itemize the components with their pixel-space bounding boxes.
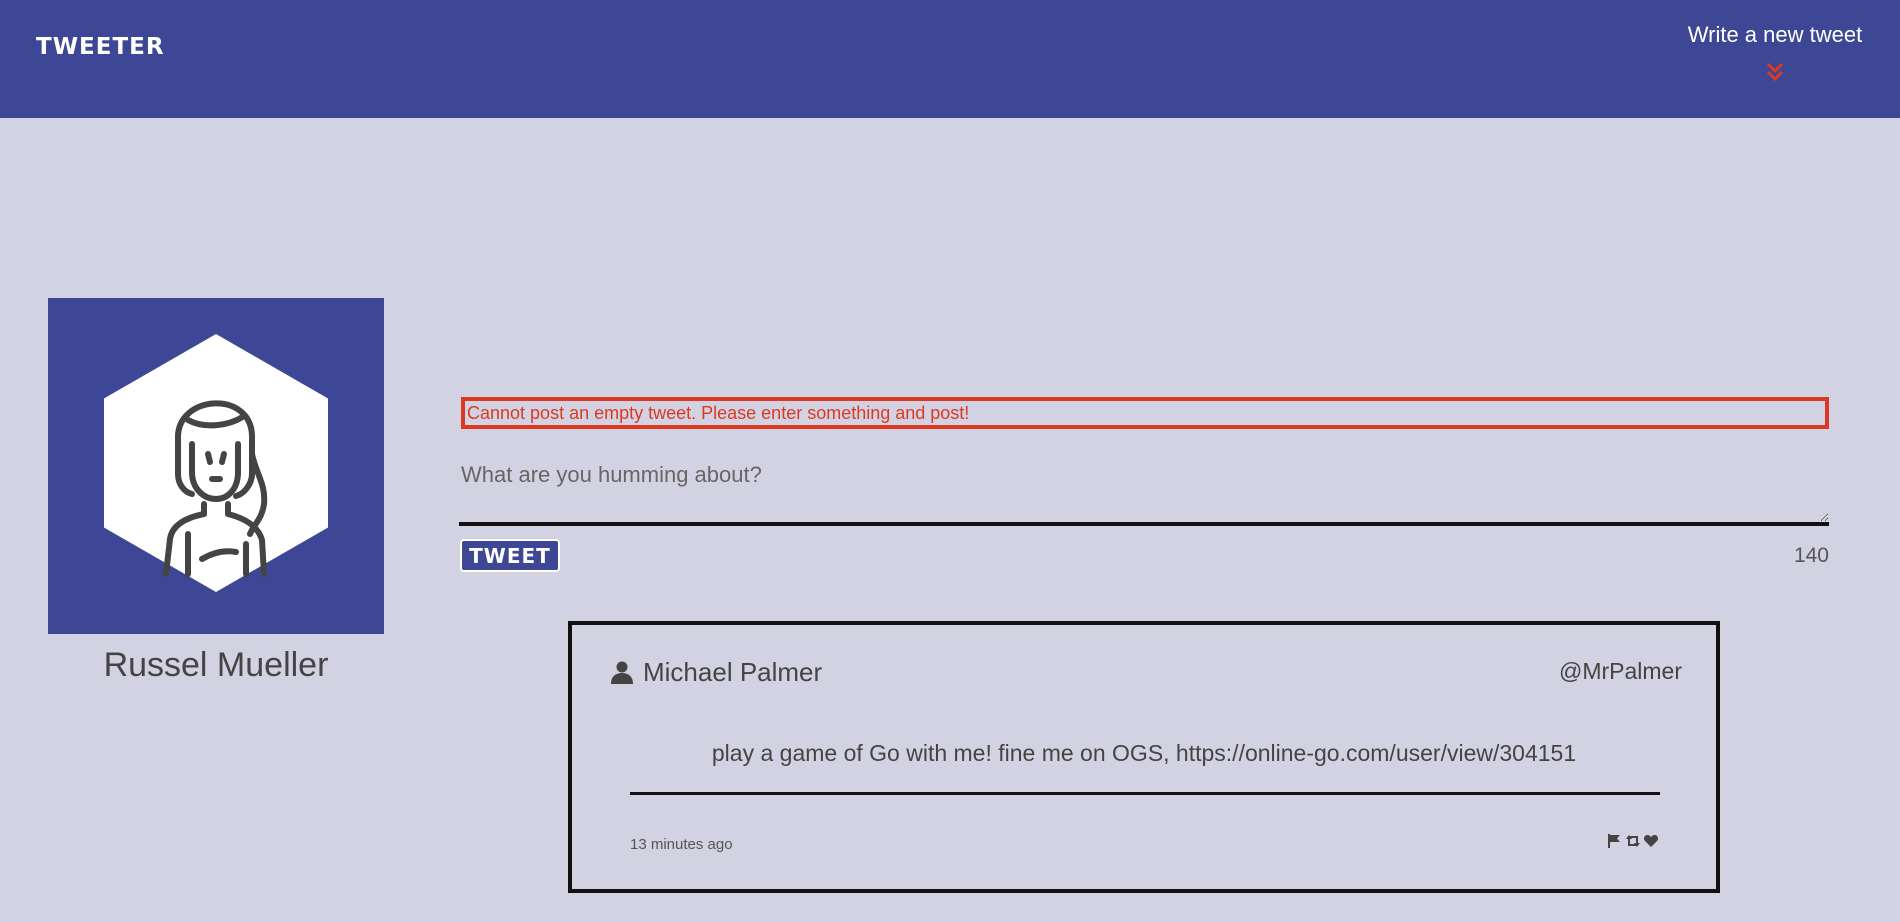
- brand-logo[interactable]: TWEETER: [36, 34, 165, 60]
- tweet-content: play a game of Go with me! fine me on OG…: [711, 740, 1577, 766]
- tweet-submit-button[interactable]: TWEET: [460, 539, 560, 572]
- profile-name: Russel Mueller: [103, 646, 329, 684]
- top-nav: TWEETER Write a new tweet: [0, 0, 1900, 118]
- double-chevron-down-icon[interactable]: [1765, 62, 1785, 82]
- retweet-icon[interactable]: [1625, 833, 1641, 849]
- profile-card: [48, 298, 384, 634]
- tweet-divider: [630, 792, 1660, 795]
- tweet-actions: [1607, 833, 1659, 849]
- write-new-tweet-label[interactable]: Write a new tweet: [1680, 22, 1870, 48]
- error-message: Cannot post an empty tweet. Please enter…: [461, 397, 1829, 429]
- tweet-author-handle: @MrPalmer: [1558, 658, 1682, 684]
- tweet-compose-input[interactable]: [459, 458, 1829, 526]
- character-counter: 140: [1793, 544, 1829, 567]
- user-icon: [611, 661, 633, 684]
- tweet-card: Michael Palmer @MrPalmer play a game of …: [568, 621, 1720, 893]
- avatar-woman-icon: [104, 334, 328, 592]
- flag-icon[interactable]: [1607, 833, 1623, 849]
- tweet-timestamp: 13 minutes ago: [630, 836, 733, 853]
- tweet-author-name: Michael Palmer: [643, 657, 823, 687]
- write-new-tweet-toggle[interactable]: Write a new tweet: [1680, 22, 1870, 82]
- heart-icon[interactable]: [1643, 833, 1659, 849]
